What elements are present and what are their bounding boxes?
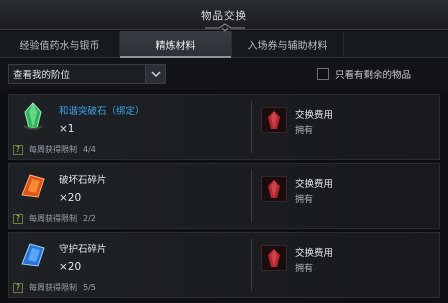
owned-label: 拥有 xyxy=(295,126,314,136)
filter-bar: 查看我的阶位 只看有剩余的物品 xyxy=(0,59,448,89)
cost-currency-icon xyxy=(261,245,287,271)
weekly-limit: ? 每周获得限制 5/5 xyxy=(13,282,96,293)
help-icon[interactable]: ? xyxy=(13,144,23,155)
item-quantity: ×20 xyxy=(59,192,82,204)
weekly-limit-value: 4/4 xyxy=(83,145,96,154)
item-name: 和谐突破石（绑定） xyxy=(59,106,145,117)
owned-label: 拥有 xyxy=(295,195,314,205)
row-divider xyxy=(251,170,252,222)
tab-tickets-support-materials[interactable]: 入场券与辅助材料 xyxy=(232,31,344,58)
tier-dropdown-value: 查看我的阶位 xyxy=(13,70,71,81)
cost-currency-icon xyxy=(261,176,287,202)
weekly-limit-value: 2/2 xyxy=(83,214,96,223)
weekly-limit: ? 每周获得限制 2/2 xyxy=(13,213,96,224)
remaining-only-checkbox[interactable] xyxy=(317,68,329,80)
exchange-item-row[interactable]: 守护石碎片 ×20 ? 每周获得限制 5/5 交换费用 拥有 xyxy=(8,232,440,298)
weekly-limit: ? 每周获得限制 4/4 xyxy=(13,144,96,155)
tab-exp-potions-silver[interactable]: 经验值药水与银币 xyxy=(0,31,120,58)
help-icon[interactable]: ? xyxy=(13,282,23,293)
tier-dropdown[interactable]: 查看我的阶位 xyxy=(8,64,166,84)
tab-bar: 经验值药水与银币 精炼材料 入场券与辅助材料 xyxy=(0,31,448,58)
owned-label: 拥有 xyxy=(295,264,314,274)
weekly-limit-label: 每周获得限制 xyxy=(29,214,77,223)
blue-shard-icon xyxy=(15,237,51,273)
remaining-only-label: 只看有剩余的物品 xyxy=(335,70,412,81)
weekly-limit-value: 5/5 xyxy=(83,283,96,292)
exchange-item-row[interactable]: 破坏石碎片 ×20 ? 每周获得限制 2/2 交换费用 拥有 xyxy=(8,163,440,229)
exchange-cost-label: 交换费用 xyxy=(295,110,334,121)
help-icon[interactable]: ? xyxy=(13,213,23,224)
green-crystal-icon xyxy=(15,99,51,135)
exchange-cost-label: 交换费用 xyxy=(295,179,334,190)
exchange-item-row[interactable]: 和谐突破石（绑定） ×1 ? 每周获得限制 4/4 交换费用 拥有 xyxy=(8,94,440,160)
item-quantity: ×1 xyxy=(59,123,75,135)
window-titlebar: 物品交换 xyxy=(0,0,448,32)
row-divider xyxy=(251,239,252,291)
weekly-limit-label: 每周获得限制 xyxy=(29,145,77,154)
red-shard-icon xyxy=(15,168,51,204)
chevron-down-icon[interactable] xyxy=(145,65,165,83)
window-title: 物品交换 xyxy=(201,10,247,22)
remaining-only-filter[interactable]: 只看有剩余的物品 xyxy=(317,67,411,81)
item-name: 守护石碎片 xyxy=(59,244,107,255)
weekly-limit-label: 每周获得限制 xyxy=(29,283,77,292)
exchange-list: 和谐突破石（绑定） ×1 ? 每周获得限制 4/4 交换费用 拥有 破坏石碎片 … xyxy=(0,90,448,303)
exchange-cost-label: 交换费用 xyxy=(295,248,334,259)
cost-currency-icon xyxy=(261,107,287,133)
item-name: 破坏石碎片 xyxy=(59,175,107,186)
tab-refining-materials[interactable]: 精炼材料 xyxy=(120,31,232,58)
item-quantity: ×20 xyxy=(59,261,82,273)
row-divider xyxy=(251,101,252,153)
